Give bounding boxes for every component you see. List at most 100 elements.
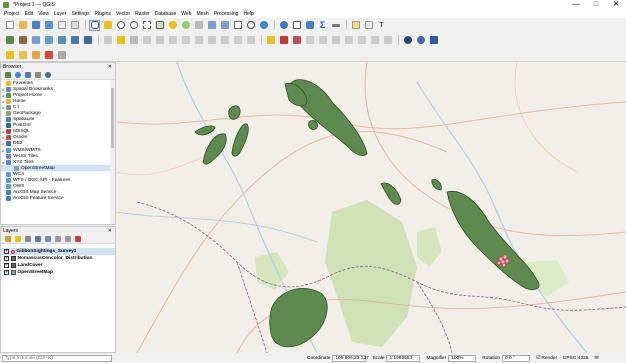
zoom-to-layer-icon[interactable]	[180, 20, 191, 31]
menu-database[interactable]: Database	[155, 11, 176, 17]
maximize-button[interactable]: □	[586, 0, 606, 10]
layer-item[interactable]: OpenStreetMap	[1, 269, 115, 276]
menu-help[interactable]: Help	[243, 11, 253, 17]
pin-labels-icon[interactable]	[278, 35, 289, 46]
layer-visibility-checkbox[interactable]	[4, 255, 9, 261]
processing-toolbox-icon[interactable]	[304, 20, 315, 31]
add-spatialite-icon[interactable]	[82, 35, 93, 46]
distribution-polygon[interactable]	[202, 133, 227, 165]
move-label-icon[interactable]	[317, 35, 328, 46]
change-label-icon[interactable]	[343, 35, 354, 46]
python-console-icon[interactable]	[415, 35, 426, 46]
menu-project[interactable]: Project	[4, 11, 20, 17]
panel-close-icon[interactable]: ✕	[108, 228, 112, 234]
collapse-all-icon[interactable]	[64, 235, 72, 243]
map-svg[interactable]	[117, 62, 626, 353]
browser-scrollbar[interactable]	[110, 80, 115, 224]
label-toolbar-icon[interactable]	[265, 35, 276, 46]
panel-close-icon[interactable]: ✕	[108, 64, 112, 70]
measure-line-icon[interactable]	[330, 20, 341, 31]
new-print-layout-icon[interactable]	[56, 20, 67, 31]
add-wms-layer-icon[interactable]	[69, 35, 80, 46]
zoom-in-icon[interactable]	[115, 20, 126, 31]
cut-features-icon[interactable]	[193, 35, 204, 46]
scale-field[interactable]: 1:1993553	[386, 354, 421, 362]
crs-button[interactable]: EPSG:4326	[563, 356, 588, 361]
layer-item[interactable]: LandCover	[1, 262, 115, 269]
close-button[interactable]: ✕	[606, 0, 626, 10]
select-features-icon[interactable]	[4, 49, 15, 60]
gps-icon[interactable]	[402, 35, 413, 46]
save-edits-icon[interactable]	[128, 35, 139, 46]
zoom-next-icon[interactable]	[219, 20, 230, 31]
pan-to-selection-icon[interactable]	[102, 20, 113, 31]
menu-view[interactable]: View	[38, 11, 49, 17]
current-edits-icon[interactable]	[102, 35, 113, 46]
new-layer-icon[interactable]	[17, 35, 28, 46]
field-calculator-icon[interactable]	[56, 49, 67, 60]
copy-features-icon[interactable]	[206, 35, 217, 46]
diagram-icon[interactable]	[356, 35, 367, 46]
paste-features-icon[interactable]	[219, 35, 230, 46]
new-map-view-icon[interactable]	[232, 20, 243, 31]
layer-visibility-checkbox[interactable]	[4, 269, 9, 275]
highlight-labels-icon[interactable]	[291, 35, 302, 46]
zoom-native-icon[interactable]	[193, 20, 204, 31]
distribution-polygon[interactable]	[269, 288, 328, 348]
menu-edit[interactable]: Edit	[25, 11, 34, 17]
zoom-full-icon[interactable]	[154, 20, 165, 31]
add-mesh-layer-icon[interactable]	[56, 35, 67, 46]
menu-mesh[interactable]: Mesh	[196, 11, 208, 17]
zoom-to-selection-icon[interactable]	[167, 20, 178, 31]
locator-search-input[interactable]: Type to locate (Ctrl+K)	[2, 354, 112, 362]
temporal-controller-icon[interactable]	[245, 20, 256, 31]
rotate-label-icon[interactable]	[330, 35, 341, 46]
collapse-all-icon[interactable]	[34, 71, 42, 79]
menu-processing[interactable]: Processing	[214, 11, 239, 17]
distribution-polygon[interactable]	[308, 120, 318, 130]
remove-layer-icon[interactable]	[74, 235, 82, 243]
auxiliary-storage-icon[interactable]	[382, 35, 393, 46]
rotation-field[interactable]: 0.0 °	[502, 354, 531, 362]
save-as-icon[interactable]	[43, 20, 54, 31]
layer-item[interactable]: NomascusConcolor_Distribution	[1, 255, 115, 262]
distribution-polygon[interactable]	[231, 123, 249, 157]
add-point-icon[interactable]	[154, 35, 165, 46]
undo-icon[interactable]	[232, 35, 243, 46]
digitize-icon[interactable]	[141, 35, 152, 46]
delete-selected-icon[interactable]	[180, 35, 191, 46]
open-attribute-table-icon[interactable]	[291, 20, 302, 31]
annotation-icon[interactable]	[363, 20, 374, 31]
vertex-tool-icon[interactable]	[167, 35, 178, 46]
browser-item[interactable]: ArcGIS Feature Service	[1, 196, 115, 202]
identify-features-icon[interactable]	[278, 20, 289, 31]
map-canvas[interactable]	[117, 62, 626, 353]
redo-icon[interactable]	[245, 35, 256, 46]
new-project-icon[interactable]	[4, 20, 15, 31]
label-options-icon[interactable]	[369, 35, 380, 46]
filter-legend-icon[interactable]	[34, 235, 42, 243]
magnifier-field[interactable]: 100%	[448, 354, 477, 362]
distribution-polygon[interactable]	[446, 190, 540, 290]
open-project-icon[interactable]	[17, 20, 28, 31]
distribution-polygon[interactable]	[431, 179, 442, 191]
menu-vector[interactable]: Vector	[116, 11, 130, 17]
menu-raster[interactable]: Raster	[135, 11, 150, 17]
select-by-value-icon[interactable]	[17, 49, 28, 60]
menu-settings[interactable]: Settings	[71, 11, 89, 17]
map-tips-icon[interactable]	[350, 20, 361, 31]
add-raster-layer-icon[interactable]	[43, 35, 54, 46]
coordinate-field[interactable]: 105.906,23.137	[332, 354, 369, 362]
show-hide-labels-icon[interactable]	[304, 35, 315, 46]
zoom-rubberband-icon[interactable]	[141, 20, 152, 31]
layout-manager-icon[interactable]	[69, 20, 80, 31]
distribution-polygon[interactable]	[194, 125, 216, 136]
refresh-icon[interactable]	[14, 71, 22, 79]
minimize-button[interactable]: —	[566, 0, 586, 10]
distribution-polygon[interactable]	[380, 182, 402, 205]
select-by-expression-icon[interactable]	[30, 49, 41, 60]
render-checkbox[interactable]: ☑	[536, 356, 540, 361]
toggle-editing-icon[interactable]	[115, 35, 126, 46]
layer-item[interactable]: GibbonSightings_Survey1	[1, 248, 115, 255]
enable-properties-icon[interactable]	[44, 71, 52, 79]
